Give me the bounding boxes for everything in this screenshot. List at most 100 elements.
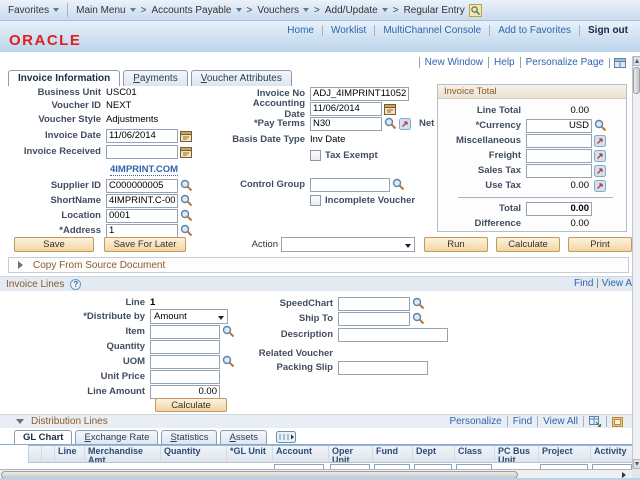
- misc-charges-detail-icon[interactable]: [594, 135, 606, 147]
- distribute-by-select[interactable]: Amount: [150, 309, 228, 324]
- tab-invoice-information[interactable]: Invoice Information: [8, 70, 120, 86]
- currency-label: *Currency: [438, 120, 526, 131]
- tab-gl-chart[interactable]: GL Chart: [14, 430, 72, 445]
- ship-to-input[interactable]: [338, 312, 410, 326]
- sales-tax-detail-icon[interactable]: [594, 165, 606, 177]
- supplier-name-link[interactable]: 4IMPRINT.COM: [110, 164, 178, 176]
- find-link[interactable]: Find: [508, 416, 538, 427]
- find-link[interactable]: Find: [574, 278, 593, 289]
- calendar-icon[interactable]: [180, 130, 192, 142]
- breadcrumb-separator: >: [314, 5, 320, 16]
- breadcrumb-search-icon[interactable]: [469, 4, 482, 17]
- collapse-arrow-icon[interactable]: [16, 419, 24, 424]
- show-all-columns-icon[interactable]: [276, 431, 296, 443]
- miscellaneous-input[interactable]: [526, 134, 592, 148]
- breadcrumb-vouchers[interactable]: Vouchers: [257, 5, 309, 16]
- lookup-icon[interactable]: [392, 178, 405, 191]
- home-link[interactable]: Home: [279, 25, 323, 36]
- lookup-icon[interactable]: [180, 194, 193, 207]
- breadcrumb-bar: Favorites Main Menu > Accounts Payable >…: [0, 0, 640, 21]
- action-select[interactable]: [281, 237, 415, 252]
- scroll-down-button[interactable]: [633, 459, 640, 469]
- zoom-grid-icon[interactable]: [607, 417, 628, 427]
- breadcrumb-add-update[interactable]: Add/Update: [325, 5, 388, 16]
- breadcrumb-accounts-payable[interactable]: Accounts Payable: [151, 5, 241, 16]
- col-class: Class: [455, 446, 495, 462]
- lookup-icon[interactable]: [180, 224, 193, 237]
- worklist-link[interactable]: Worklist: [323, 25, 375, 36]
- description-input[interactable]: [338, 328, 448, 342]
- invoice-received-label: Invoice Received: [0, 146, 106, 157]
- personalize-layout-icon[interactable]: [609, 58, 630, 68]
- supplier-id-label: Supplier ID: [0, 180, 106, 191]
- address-input[interactable]: [106, 224, 178, 238]
- pay-terms-input[interactable]: [310, 117, 382, 131]
- lookup-icon[interactable]: [412, 297, 425, 310]
- vertical-scrollbar[interactable]: [632, 56, 640, 469]
- personalize-page-link[interactable]: Personalize Page: [520, 57, 609, 68]
- help-icon[interactable]: ?: [70, 279, 81, 290]
- main-menu[interactable]: Main Menu: [76, 5, 135, 16]
- scroll-up-button[interactable]: [633, 56, 640, 66]
- calendar-icon[interactable]: [180, 146, 192, 158]
- calendar-icon[interactable]: [384, 103, 396, 115]
- pay-terms-detail-icon[interactable]: [399, 118, 411, 130]
- calculate-button[interactable]: Calculate: [496, 237, 560, 252]
- invoice-no-input[interactable]: [310, 87, 409, 101]
- accounting-date-input[interactable]: [310, 102, 382, 116]
- quantity-input[interactable]: [150, 340, 220, 354]
- save-button[interactable]: Save: [14, 237, 94, 252]
- freight-detail-icon[interactable]: [594, 150, 606, 162]
- incomplete-voucher-checkbox[interactable]: [310, 195, 321, 206]
- col-merchandise-amt: Merchandise Amt: [85, 446, 161, 462]
- item-input[interactable]: [150, 325, 220, 339]
- vertical-scroll-thumb[interactable]: [633, 67, 640, 94]
- multichannel-console-link[interactable]: MultiChannel Console: [375, 25, 490, 36]
- sign-out-link[interactable]: Sign out: [580, 25, 636, 36]
- copy-from-source-section[interactable]: Copy From Source Document: [8, 257, 629, 273]
- lookup-icon[interactable]: [180, 179, 193, 192]
- tax-exempt-checkbox[interactable]: [310, 150, 321, 161]
- tab-payments[interactable]: Payments: [123, 70, 187, 86]
- new-window-link[interactable]: New Window: [419, 57, 488, 68]
- shortname-input[interactable]: [106, 194, 178, 208]
- use-tax-detail-icon[interactable]: [594, 180, 606, 192]
- speedchart-input[interactable]: [338, 297, 410, 311]
- packing-slip-input[interactable]: [338, 361, 428, 375]
- invoice-date-input[interactable]: [106, 129, 178, 143]
- voucher-id-label: Voucher ID: [0, 100, 106, 111]
- tab-exchange-rate[interactable]: Exchange Rate: [75, 430, 158, 445]
- print-button[interactable]: Print: [568, 237, 632, 252]
- favorites-menu[interactable]: Favorites: [8, 5, 59, 16]
- supplier-id-input[interactable]: [106, 179, 178, 193]
- save-for-later-button[interactable]: Save For Later: [104, 237, 186, 252]
- location-input[interactable]: [106, 209, 178, 223]
- help-link[interactable]: Help: [488, 57, 520, 68]
- tab-statistics[interactable]: Statistics: [161, 430, 217, 445]
- view-all-link[interactable]: View All: [538, 416, 584, 427]
- lookup-icon[interactable]: [180, 209, 193, 222]
- uom-input[interactable]: [150, 355, 220, 369]
- line-amount-input[interactable]: [150, 385, 220, 399]
- voucher-header-left: Business UnitUSC01 Voucher IDNEXT Vouche…: [0, 86, 193, 238]
- unit-price-input[interactable]: [150, 370, 220, 384]
- lookup-icon[interactable]: [594, 119, 607, 132]
- invoice-received-input[interactable]: [106, 145, 178, 159]
- currency-input[interactable]: [526, 119, 592, 133]
- tab-voucher-attributes[interactable]: Voucher Attributes: [191, 70, 292, 86]
- view-all-link[interactable]: View All: [602, 278, 632, 289]
- control-group-input[interactable]: [310, 178, 390, 192]
- tab-assets[interactable]: Assets: [220, 430, 267, 445]
- download-grid-icon[interactable]: [584, 416, 607, 427]
- lookup-icon[interactable]: [412, 312, 425, 325]
- distribution-grid-header: Line Merchandise Amt Quantity *GL Unit A…: [28, 445, 632, 463]
- sales-tax-input[interactable]: [526, 164, 592, 178]
- total-input[interactable]: [526, 202, 592, 216]
- control-group-label: Control Group: [230, 179, 310, 190]
- freight-input[interactable]: [526, 149, 592, 163]
- add-to-favorites-link[interactable]: Add to Favorites: [490, 25, 580, 36]
- run-button[interactable]: Run: [424, 237, 488, 252]
- lookup-icon[interactable]: [384, 117, 397, 130]
- personalize-link[interactable]: Personalize: [444, 416, 507, 427]
- line-calculate-button[interactable]: Calculate: [155, 398, 227, 412]
